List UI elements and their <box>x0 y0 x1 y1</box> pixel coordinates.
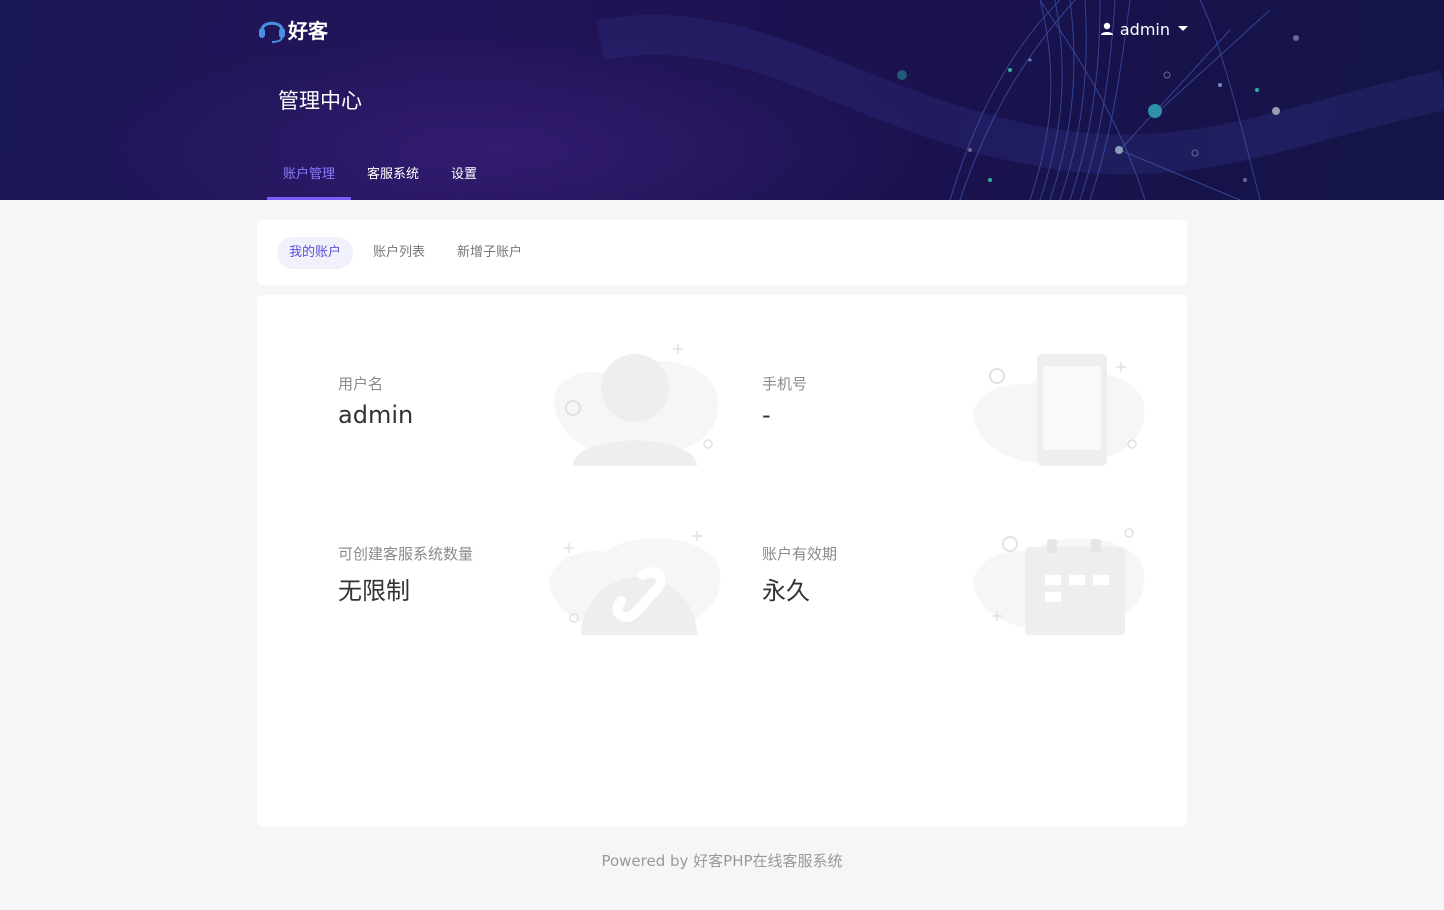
logo-text: 好客 <box>288 18 328 43</box>
calendar-icon <box>973 528 1145 635</box>
service-quota-value: 无限制 <box>338 577 410 605</box>
account-info-card: 用户名 admin 手机号 - 可创建客服系统数量 无限制 账户有效期 永久 <box>257 295 1187 827</box>
banner-decoration <box>80 0 1444 200</box>
subtab-my-account[interactable]: 我的账户 <box>277 237 354 269</box>
header-banner: 好客 admin 管理中心 账户管理 客服系统 设置 <box>0 0 1444 200</box>
sub-navigation: 我的账户 账户列表 新增子账户 <box>257 220 1187 285</box>
main-tabs: 账户管理 客服系统 设置 <box>267 162 493 200</box>
validity-value: 永久 <box>762 577 810 605</box>
link-icon <box>549 531 721 635</box>
phone-icon <box>973 354 1145 466</box>
service-quota-label: 可创建客服系统数量 <box>338 545 474 563</box>
username-value: admin <box>338 401 414 429</box>
tab-customer-service-system[interactable]: 客服系统 <box>351 162 435 200</box>
user-icon <box>553 344 719 466</box>
tab-settings[interactable]: 设置 <box>435 162 493 200</box>
phone-value: - <box>762 401 771 429</box>
username-label: 用户名 <box>338 375 384 393</box>
user-icon <box>1100 22 1113 35</box>
user-menu[interactable]: admin <box>1100 18 1188 40</box>
user-name: admin <box>1119 19 1170 39</box>
brand-logo[interactable]: 好客 <box>258 14 328 44</box>
headset-icon <box>259 21 285 43</box>
subtab-account-list[interactable]: 账户列表 <box>361 237 437 269</box>
footer-powered-by: Powered by 好客PHP在线客服系统 <box>601 852 843 870</box>
tab-account-management[interactable]: 账户管理 <box>267 162 352 200</box>
caret-down-icon <box>1178 26 1188 31</box>
phone-label: 手机号 <box>762 375 808 393</box>
page-title: 管理中心 <box>278 89 362 113</box>
subtab-add-sub-account[interactable]: 新增子账户 <box>445 237 534 269</box>
validity-label: 账户有效期 <box>762 545 838 563</box>
